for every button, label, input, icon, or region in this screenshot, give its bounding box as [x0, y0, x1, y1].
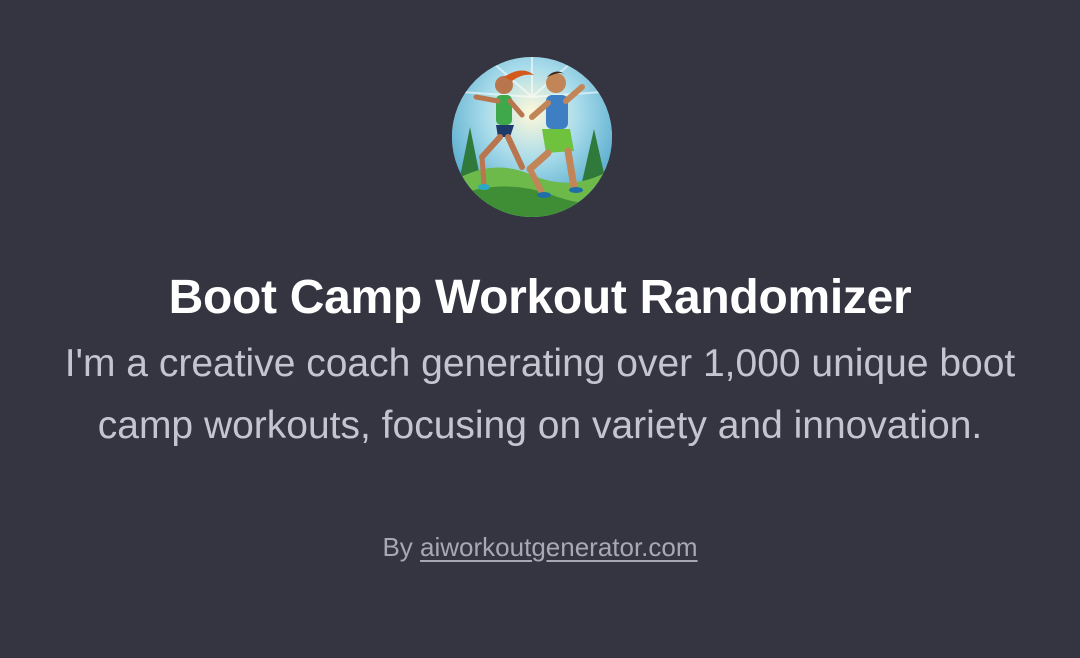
- gpt-description: I'm a creative coach generating over 1,0…: [64, 342, 1016, 447]
- author-link[interactable]: aiworkoutgenerator.com: [420, 532, 697, 562]
- byline-prefix: By: [382, 532, 413, 562]
- athletes-illustration: [452, 57, 612, 217]
- gpt-title: Boot Camp Workout Randomizer: [168, 271, 912, 324]
- gpt-byline: By aiworkoutgenerator.com: [0, 530, 1080, 564]
- gpt-profile-page: Boot Camp Workout Randomizer I'm a creat…: [0, 0, 1080, 658]
- gpt-avatar-illustration-icon: [452, 57, 612, 217]
